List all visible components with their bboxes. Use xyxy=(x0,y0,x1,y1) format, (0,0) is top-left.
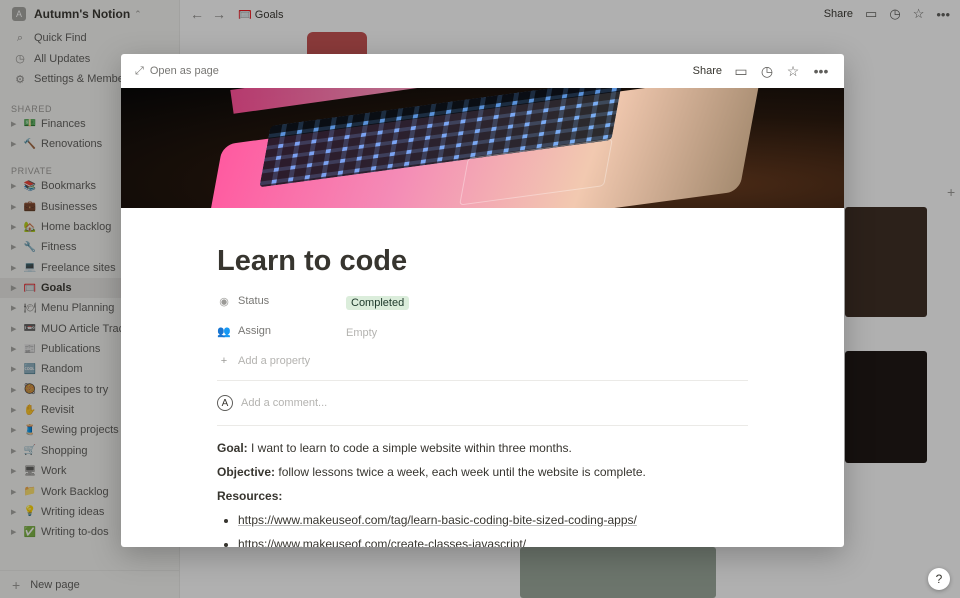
person-icon: 👥 xyxy=(217,325,231,338)
objective-label: Objective: xyxy=(217,465,276,479)
objective-paragraph[interactable]: Objective: follow lessons twice a week, … xyxy=(217,460,748,484)
modal-actions: Share ▭ ◷ ☆ ••• xyxy=(693,63,830,80)
open-as-page-button[interactable]: ⤢ Open as page xyxy=(135,65,219,78)
empty-value: Empty xyxy=(346,326,378,339)
modal-toolbar: ⤢ Open as page Share ▭ ◷ ☆ ••• xyxy=(121,54,844,88)
plus-icon: + xyxy=(220,355,228,367)
avatar: A xyxy=(217,395,233,411)
resources-heading[interactable]: Resources: xyxy=(217,484,748,508)
goal-text: I want to learn to code a simple website… xyxy=(247,441,572,455)
clock-icon[interactable]: ◷ xyxy=(760,63,774,80)
property-row[interactable]: ◉ Status Completed xyxy=(217,287,748,315)
more-icon[interactable]: ••• xyxy=(812,63,830,79)
expand-icon: ⤢ xyxy=(135,64,144,77)
resource-link[interactable]: https://www.makeuseof.com/tag/learn-basi… xyxy=(238,513,637,527)
goal-paragraph[interactable]: Goal: I want to learn to code a simple w… xyxy=(217,436,748,460)
properties: ◉ Status Completed 👥 Assign Empty xyxy=(217,287,748,345)
property-name[interactable]: Assign xyxy=(238,325,346,337)
divider xyxy=(217,425,748,426)
star-icon[interactable]: ☆ xyxy=(786,63,800,80)
resource-link[interactable]: https://www.makeuseof.com/create-classes… xyxy=(238,537,526,547)
resource-list: https://www.makeuseof.com/tag/learn-basi… xyxy=(217,508,748,547)
page-title[interactable]: Learn to code xyxy=(217,245,748,285)
help-button[interactable]: ? xyxy=(928,568,950,590)
add-property-label: Add a property xyxy=(238,355,311,367)
property-value[interactable]: Completed xyxy=(346,294,410,310)
status-icon: ◉ xyxy=(219,295,229,308)
resources-label: Resources: xyxy=(217,489,283,503)
comment-icon[interactable]: ▭ xyxy=(734,63,748,80)
page-body: Goal: I want to learn to code a simple w… xyxy=(217,436,748,547)
open-as-page-label: Open as page xyxy=(149,65,219,77)
modal-share-button[interactable]: Share xyxy=(693,65,722,77)
status-badge: Completed xyxy=(346,295,410,310)
page-peek-modal: ⤢ Open as page Share ▭ ◷ ☆ ••• Learn to … xyxy=(121,54,844,547)
goal-label: Goal: xyxy=(217,441,248,455)
page-content: Learn to code ◉ Status Completed 👥 Assign Emp… xyxy=(121,245,844,547)
list-item: https://www.makeuseof.com/create-classes… xyxy=(238,532,748,547)
property-name[interactable]: Status xyxy=(238,295,346,307)
list-item: https://www.makeuseof.com/tag/learn-basi… xyxy=(238,508,748,532)
comment-box[interactable]: A Add a comment... xyxy=(217,381,748,425)
add-property-button[interactable]: + Add a property xyxy=(217,347,748,375)
property-value[interactable]: Empty xyxy=(346,324,377,339)
comment-input[interactable]: Add a comment... xyxy=(241,397,327,409)
objective-text: follow lessons twice a week, each week u… xyxy=(275,465,646,479)
cover-image xyxy=(121,88,844,208)
property-row[interactable]: 👥 Assign Empty xyxy=(217,317,748,345)
